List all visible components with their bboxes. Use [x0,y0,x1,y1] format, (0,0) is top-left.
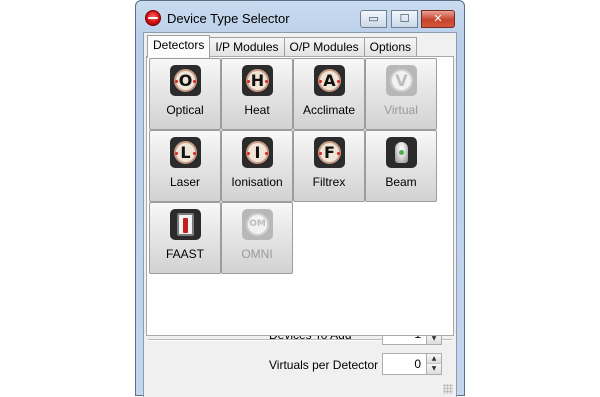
device-tile-virtual: V Virtual [365,58,437,130]
tab-strip: Detectors I/P Modules O/P Modules Option… [147,35,418,58]
device-label: Virtual [384,103,418,117]
dialog-content: Detectors I/P Modules O/P Modules Option… [143,32,457,397]
tab-options[interactable]: Options [363,37,418,58]
faast-icon [170,209,201,240]
device-tile-ionisation[interactable]: I Ionisation [221,130,293,202]
device-label: Ionisation [231,175,283,189]
device-tile-heat[interactable]: H Heat [221,58,293,130]
virtuals-per-detector-value[interactable]: 0 [414,357,421,371]
virtuals-per-detector-spinner[interactable]: 0 ▲ ▼ [382,353,442,375]
device-tile-beam[interactable]: Beam [365,130,437,202]
device-tile-faast[interactable]: FAAST [149,202,221,274]
omni-icon: OM [242,209,273,240]
device-label: Acclimate [302,103,355,117]
device-tile-optical[interactable]: O Optical [149,58,221,130]
detectors-panel: O Optical H Heat A Acclimate V Virtual L… [146,56,454,336]
device-label: Laser [169,175,201,189]
acclimate-icon: A [314,65,345,96]
device-tile-omni: OM OMNI [221,202,293,274]
minimize-button[interactable]: ▭ [360,10,387,28]
device-label: Filtrex [312,175,346,189]
device-label: OMNI [241,247,273,261]
tab-op-modules[interactable]: O/P Modules [283,37,365,58]
resize-grip-icon[interactable] [443,384,453,394]
virtual-icon: V [386,65,417,96]
heat-icon: H [242,65,273,96]
beam-icon [386,137,417,168]
window-title: Device Type Selector [167,11,290,26]
device-label: Beam [385,175,417,189]
spin-up-icon[interactable]: ▲ [426,354,441,364]
tab-detectors[interactable]: Detectors [147,35,211,58]
optical-icon: O [170,65,201,96]
maximize-button[interactable]: ☐ [391,10,418,28]
tab-ip-modules[interactable]: I/P Modules [209,37,285,58]
device-tile-laser[interactable]: L Laser [149,130,221,202]
device-label: Heat [244,103,270,117]
spin-down-icon[interactable]: ▼ [426,364,441,374]
device-label: Optical [166,103,204,117]
close-button[interactable]: ✕ [421,10,455,28]
device-tile-acclimate[interactable]: A Acclimate [293,58,365,130]
filtrex-icon: F [314,137,345,168]
device-type-selector-window: Device Type Selector ▭ ☐ ✕ Detectors I/P… [135,0,465,397]
device-label: FAAST [165,247,204,261]
app-icon [145,10,161,26]
virtuals-per-detector-label: Virtuals per Detector [269,358,379,372]
title-bar[interactable]: Device Type Selector ▭ ☐ ✕ [136,1,464,35]
device-tile-filtrex[interactable]: F Filtrex [293,130,365,202]
laser-icon: L [170,137,201,168]
ionisation-icon: I [242,137,273,168]
